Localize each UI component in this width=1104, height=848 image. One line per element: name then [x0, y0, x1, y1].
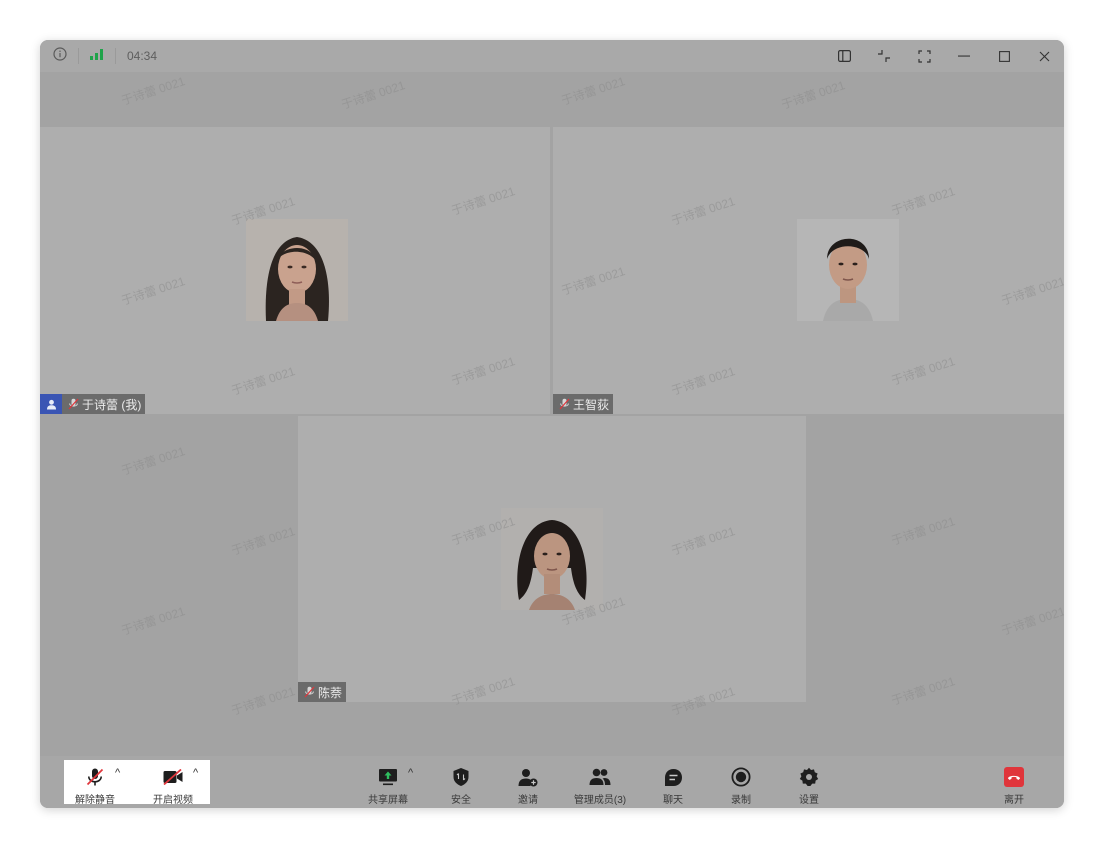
- watermark: 于诗蕾 0021: [229, 524, 297, 558]
- watermark: 于诗蕾 0021: [779, 78, 847, 112]
- fullscreen-icon: [917, 49, 931, 63]
- divider: [78, 48, 79, 64]
- chat-icon: [664, 768, 682, 786]
- meeting-toolbar: 解除静音 ^ 开启视频 ^ 共享屏幕 ^ 安全 邀请 管理成员(3) 聊天 录制…: [40, 756, 1064, 808]
- settings-button[interactable]: 设置: [793, 756, 825, 808]
- manage-members-button[interactable]: 管理成员(3): [570, 756, 630, 808]
- participant-name: 于诗蕾 (我): [82, 397, 142, 412]
- participant-name-tag: 于诗蕾 (我): [40, 394, 146, 414]
- participant-name-tag: 王智荻: [553, 394, 614, 414]
- video-off-icon: [163, 769, 183, 785]
- meeting-window: 04:34 于诗蕾 (我) 王智荻 陈萘 于诗蕾 0021 于诗蕾 0021 于…: [40, 40, 1064, 808]
- chat-label: 聊天: [663, 795, 683, 806]
- share-screen-label: 共享屏幕: [368, 795, 408, 806]
- exit-fullscreen-icon: [878, 50, 890, 62]
- video-tile[interactable]: 王智荻: [553, 127, 1064, 414]
- fullscreen-button[interactable]: [904, 40, 944, 72]
- invite-button[interactable]: 邀请: [512, 756, 544, 808]
- record-icon: [731, 767, 751, 787]
- info-circle-icon[interactable]: [53, 46, 67, 66]
- signal-bars-icon[interactable]: [90, 47, 104, 65]
- watermark: 于诗蕾 0021: [229, 684, 297, 718]
- watermark: 于诗蕾 0021: [889, 674, 957, 708]
- watermark: 于诗蕾 0021: [119, 74, 187, 108]
- unmute-button[interactable]: 解除静音: [72, 756, 118, 808]
- watermark: 于诗蕾 0021: [559, 74, 627, 108]
- video-options-caret[interactable]: ^: [193, 767, 198, 779]
- close-icon: [1039, 51, 1049, 61]
- close-button[interactable]: [1024, 40, 1064, 72]
- participant-avatar: [246, 219, 348, 321]
- minimize-icon: [958, 55, 970, 57]
- security-label: 安全: [451, 795, 471, 806]
- add-user-icon: [518, 768, 538, 786]
- meeting-duration: 04:34: [127, 49, 158, 63]
- members-icon: [589, 768, 611, 785]
- mic-muted-icon: [301, 682, 317, 702]
- exit-fullscreen-button[interactable]: [864, 40, 904, 72]
- participant-avatar: [797, 219, 899, 321]
- security-button[interactable]: 安全: [445, 756, 477, 808]
- share-screen-button[interactable]: 共享屏幕: [365, 756, 411, 808]
- record-button[interactable]: 录制: [725, 756, 757, 808]
- chat-button[interactable]: 聊天: [657, 756, 689, 808]
- manage-members-label: 管理成员(3): [573, 795, 627, 806]
- self-user-icon: [40, 394, 62, 414]
- leave-label: 离开: [1004, 795, 1024, 806]
- minimize-button[interactable]: [944, 40, 984, 72]
- divider: [115, 48, 116, 64]
- hang-up-icon: [1004, 767, 1024, 787]
- share-screen-icon: [379, 769, 397, 786]
- video-grid: 于诗蕾 (我) 王智荻 陈萘 于诗蕾 0021 于诗蕾 0021 于诗蕾 002…: [40, 72, 1064, 756]
- sidebar-layout-icon: [837, 50, 851, 62]
- leave-button[interactable]: 离开: [998, 756, 1030, 808]
- mic-muted-icon: [65, 394, 81, 414]
- title-bar: 04:34: [40, 40, 1064, 72]
- mic-muted-icon: [86, 768, 104, 786]
- start-video-button[interactable]: 开启视频: [150, 756, 196, 808]
- settings-label: 设置: [799, 795, 819, 806]
- watermark: 于诗蕾 0021: [339, 78, 407, 112]
- maximize-icon: [998, 50, 1010, 62]
- invite-label: 邀请: [518, 795, 538, 806]
- watermark: 于诗蕾 0021: [119, 604, 187, 638]
- share-options-caret[interactable]: ^: [408, 767, 413, 779]
- watermark: 于诗蕾 0021: [889, 514, 957, 548]
- audio-options-caret[interactable]: ^: [115, 767, 120, 779]
- participant-name-tag: 陈萘: [298, 682, 347, 702]
- gear-icon: [799, 767, 819, 786]
- video-tile[interactable]: 于诗蕾 (我): [40, 127, 550, 414]
- video-tile[interactable]: 陈萘: [298, 416, 806, 702]
- participant-name: 陈萘: [318, 685, 343, 700]
- participant-avatar: [501, 508, 603, 610]
- watermark: 于诗蕾 0021: [999, 604, 1064, 638]
- shield-icon: [453, 768, 469, 786]
- participant-name: 王智荻: [573, 397, 610, 412]
- sidebar-layout-button[interactable]: [824, 40, 864, 72]
- unmute-label: 解除静音: [75, 795, 115, 806]
- mic-muted-icon: [556, 394, 572, 414]
- start-video-label: 开启视频: [153, 795, 193, 806]
- watermark: 于诗蕾 0021: [119, 444, 187, 478]
- record-label: 录制: [731, 795, 751, 806]
- maximize-button[interactable]: [984, 40, 1024, 72]
